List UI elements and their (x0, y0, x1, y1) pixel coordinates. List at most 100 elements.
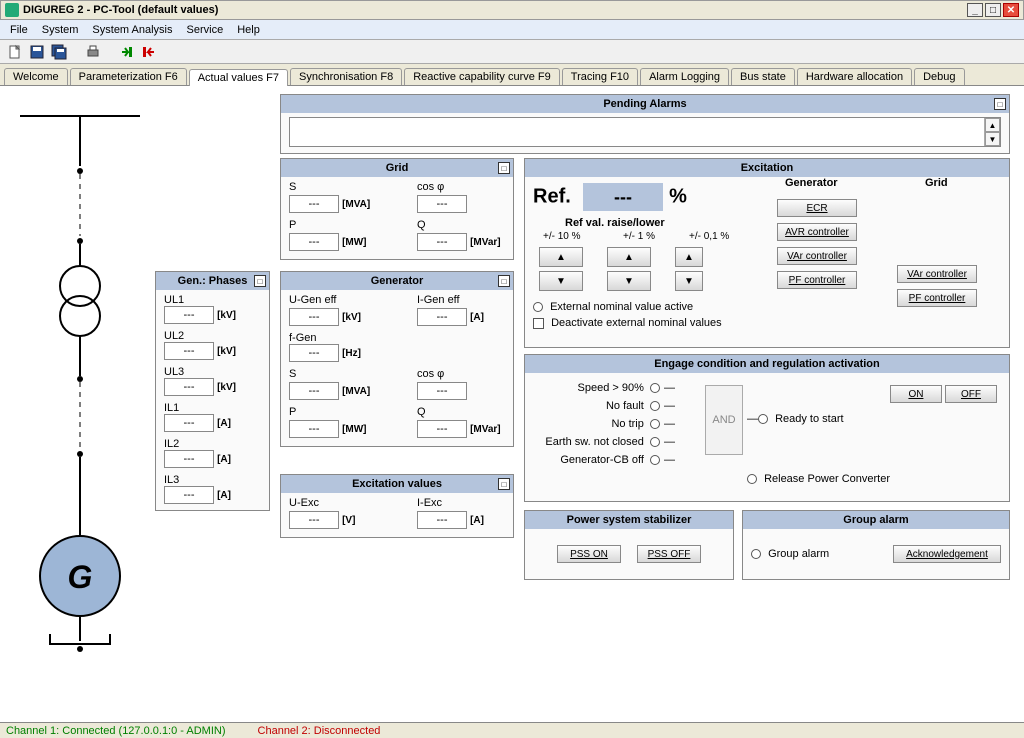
save-all-icon[interactable] (50, 43, 68, 61)
release-led (747, 474, 757, 484)
minimize-button[interactable]: _ (967, 3, 983, 17)
il2-label: IL2 (164, 438, 261, 450)
ecr-button[interactable]: ECR (777, 199, 857, 217)
menu-service[interactable]: Service (187, 24, 224, 36)
pss-off-button[interactable]: PSS OFF (637, 545, 701, 563)
ugen-value: --- (289, 308, 339, 326)
panel-collapse-icon[interactable]: □ (498, 478, 510, 490)
connect-icon[interactable] (118, 43, 136, 61)
engage-condition-panel: Engage condition and regulation activati… (524, 354, 1010, 502)
iexc-unit: [A] (470, 515, 484, 526)
raise-01-button[interactable]: ▲ (675, 247, 703, 267)
ul2-unit: [kV] (217, 346, 236, 357)
gen-phases-panel: Gen.: Phases □ UL1 --- [kV] UL2 --- [kV]… (155, 271, 270, 511)
pending-alarms-panel: Pending Alarms □ ▲▼ (280, 94, 1010, 154)
ul3-label: UL3 (164, 366, 261, 378)
raise-10-button[interactable]: ▲ (539, 247, 583, 267)
tab-alarm-logging[interactable]: Alarm Logging (640, 68, 729, 85)
tab-bus-state[interactable]: Bus state (731, 68, 795, 85)
app-icon (5, 3, 19, 17)
gencb-led (650, 455, 660, 465)
ref-value: --- (583, 183, 663, 211)
engage-condition-title: Engage condition and regulation activati… (654, 358, 880, 370)
tab-reactive-capability[interactable]: Reactive capability curve F9 (404, 68, 560, 85)
grid-cos-value: --- (417, 195, 467, 213)
ul3-value: --- (164, 378, 214, 396)
gen-cos-value: --- (417, 382, 467, 400)
new-icon[interactable] (6, 43, 24, 61)
pss-panel: Power system stabilizer PSS ON PSS OFF (524, 510, 734, 580)
ul1-label: UL1 (164, 294, 261, 306)
tab-debug[interactable]: Debug (914, 68, 964, 85)
tab-hardware-allocation[interactable]: Hardware allocation (797, 68, 912, 85)
status-bar: Channel 1: Connected (127.0.0.1:0 - ADMI… (0, 722, 1024, 738)
ref-pct: % (669, 186, 687, 208)
tab-actual-values[interactable]: Actual values F7 (189, 69, 288, 86)
var-grid-button[interactable]: VAr controller (897, 265, 977, 283)
save-icon[interactable] (28, 43, 46, 61)
grid-q-label: Q (417, 219, 505, 231)
gen-p-unit: [MW] (342, 424, 366, 435)
on-button[interactable]: ON (890, 385, 942, 403)
excitation-values-header: Excitation values □ (281, 475, 513, 493)
disconnect-icon[interactable] (140, 43, 158, 61)
generator-header: Generator □ (281, 272, 513, 290)
grid-s-value: --- (289, 195, 339, 213)
ugen-label: U-Gen eff (289, 294, 377, 306)
engage-condition-header: Engage condition and regulation activati… (525, 355, 1009, 373)
pf-gen-button[interactable]: PF controller (777, 271, 857, 289)
speed-label: Speed > 90% (578, 382, 644, 394)
off-button[interactable]: OFF (945, 385, 997, 403)
panel-collapse-icon[interactable]: □ (498, 275, 510, 287)
il3-label: IL3 (164, 474, 261, 486)
menu-system[interactable]: System (42, 24, 79, 36)
deactivate-external-label: Deactivate external nominal values (551, 317, 722, 329)
earth-label: Earth sw. not closed (545, 436, 643, 448)
ul2-label: UL2 (164, 330, 261, 342)
gen-q-value: --- (417, 420, 467, 438)
deactivate-external-checkbox[interactable] (533, 318, 544, 329)
tab-synchronisation[interactable]: Synchronisation F8 (290, 68, 402, 85)
il1-value: --- (164, 414, 214, 432)
pf-grid-button[interactable]: PF controller (897, 289, 977, 307)
pss-on-button[interactable]: PSS ON (557, 545, 621, 563)
acknowledgement-button[interactable]: Acknowledgement (893, 545, 1001, 563)
tab-welcome[interactable]: Welcome (4, 68, 68, 85)
gen-phases-header: Gen.: Phases □ (156, 272, 269, 290)
grid-p-value: --- (289, 233, 339, 251)
il2-unit: [A] (217, 454, 231, 465)
grid-panel: Grid □ S cos φ --- [MVA] --- P Q --- [MW… (280, 158, 514, 260)
gen-s-value: --- (289, 382, 339, 400)
notrip-label: No trip (611, 418, 643, 430)
lower-01-button[interactable]: ▼ (675, 271, 703, 291)
tab-tracing[interactable]: Tracing F10 (562, 68, 638, 85)
gen-cos-label: cos φ (417, 368, 505, 380)
grid-p-unit: [MW] (342, 237, 366, 248)
menu-file[interactable]: File (10, 24, 28, 36)
grid-hdr: Grid (925, 177, 948, 189)
menu-help[interactable]: Help (237, 24, 260, 36)
var-gen-button[interactable]: VAr controller (777, 247, 857, 265)
uexc-value: --- (289, 511, 339, 529)
lower-1-button[interactable]: ▼ (607, 271, 651, 291)
close-button[interactable]: ✕ (1003, 3, 1019, 17)
tab-parameterization[interactable]: Parameterization F6 (70, 68, 187, 85)
gen-phases-title: Gen.: Phases (178, 275, 248, 287)
scrollbar[interactable]: ▲▼ (984, 118, 1000, 146)
print-icon[interactable] (84, 43, 102, 61)
maximize-button[interactable]: □ (985, 3, 1001, 17)
menu-system-analysis[interactable]: System Analysis (92, 24, 172, 36)
raise-1-button[interactable]: ▲ (607, 247, 651, 267)
lower-10-button[interactable]: ▼ (539, 271, 583, 291)
avr-button[interactable]: AVR controller (777, 223, 857, 241)
panel-collapse-icon[interactable]: □ (254, 275, 266, 287)
panel-collapse-icon[interactable]: □ (498, 162, 510, 174)
nofault-label: No fault (606, 400, 644, 412)
notrip-led (650, 419, 660, 429)
pending-alarms-title: Pending Alarms (603, 98, 686, 110)
excitation-panel: Excitation Ref. --- % Ref val. raise/low… (524, 158, 1010, 348)
ul2-value: --- (164, 342, 214, 360)
pm1-label: +/- 1 % (623, 231, 655, 242)
panel-collapse-icon[interactable]: □ (994, 98, 1006, 110)
pending-alarms-text[interactable]: ▲▼ (289, 117, 1001, 147)
